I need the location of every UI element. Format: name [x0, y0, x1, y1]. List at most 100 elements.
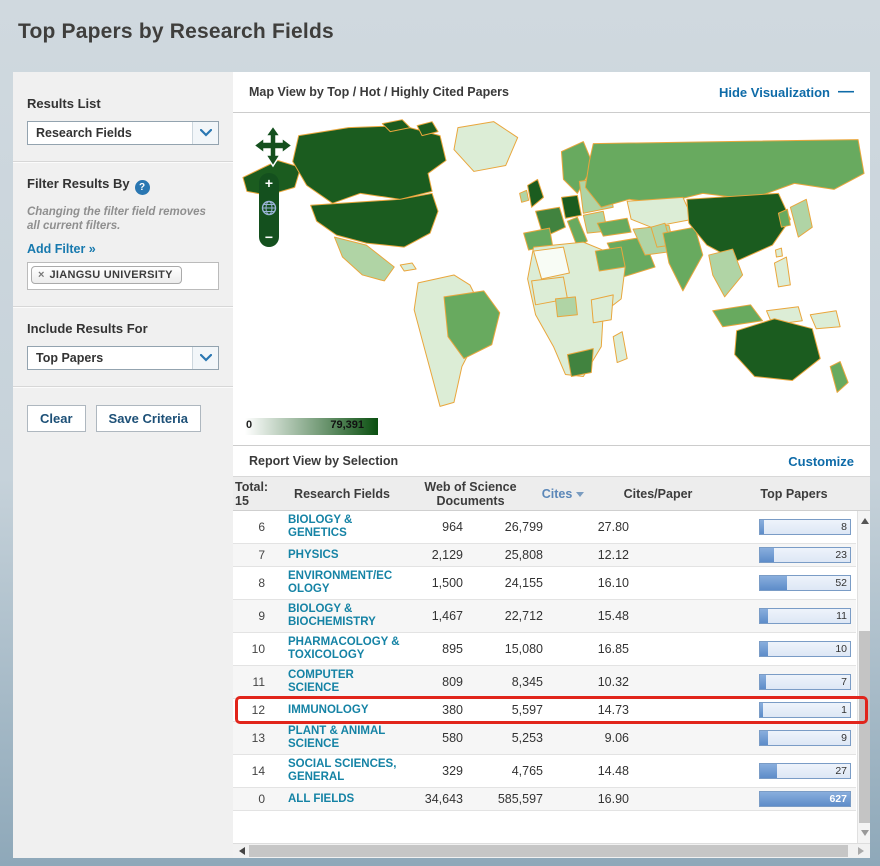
- scroll-right-button[interactable]: [854, 844, 868, 858]
- table-row[interactable]: 8 ENVIRONMENT/ECOLOGY 1,500 24,155 16.10…: [233, 567, 856, 600]
- research-field-link[interactable]: PHYSICS: [271, 549, 401, 562]
- cites-cell: 25,808: [463, 548, 543, 562]
- help-icon[interactable]: ?: [135, 180, 150, 195]
- research-field-link[interactable]: PHARMACOLOGY & TOXICOLOGY: [271, 636, 401, 662]
- vertical-scroll-thumb[interactable]: [859, 631, 870, 824]
- report-view-header: Report View by Selection Customize: [233, 445, 870, 477]
- total-value: 15: [235, 494, 271, 508]
- zoom-in-icon[interactable]: +: [265, 177, 273, 189]
- research-field-link[interactable]: COMPUTER SCIENCE: [271, 669, 401, 695]
- table-row[interactable]: 10 PHARMACOLOGY & TOXICOLOGY 895 15,080 …: [233, 633, 856, 666]
- country-canada: [293, 126, 446, 204]
- customize-link[interactable]: Customize: [788, 454, 854, 469]
- country-indonesia: [713, 305, 763, 327]
- table-row[interactable]: 0 ALL FIELDS 34,643 585,597 16.90 627: [233, 788, 856, 811]
- table-row[interactable]: 6 BIOLOGY & GENETICS 964 26,799 27.80 8: [233, 511, 856, 544]
- save-criteria-button[interactable]: Save Criteria: [96, 405, 202, 432]
- top-papers-bar-fill: [760, 576, 787, 590]
- world-map[interactable]: [233, 115, 870, 415]
- wos-documents-cell: 895: [413, 642, 463, 656]
- research-field-link[interactable]: SOCIAL SCIENCES, GENERAL: [271, 758, 401, 784]
- top-papers-bar[interactable]: 11: [759, 608, 851, 624]
- top-papers-bar[interactable]: 27: [759, 763, 851, 779]
- country-egypt: [595, 247, 625, 271]
- scroll-left-button[interactable]: [235, 844, 249, 858]
- hide-visualization-link[interactable]: Hide Visualization: [719, 85, 830, 100]
- top-papers-bar[interactable]: 9: [759, 730, 851, 746]
- research-field-link[interactable]: BIOLOGY & BIOCHEMISTRY: [271, 603, 401, 629]
- table-row[interactable]: 11 COMPUTER SCIENCE 809 8,345 10.32 7: [233, 666, 856, 699]
- wos-documents-cell: 329: [413, 764, 463, 778]
- cites-cell: 8,345: [463, 675, 543, 689]
- top-papers-bar[interactable]: 627: [759, 791, 851, 807]
- rank-cell: 14: [233, 764, 271, 778]
- scroll-up-button[interactable]: [858, 513, 871, 529]
- map-zoom-control[interactable]: + −: [259, 173, 279, 247]
- cites-cell: 585,597: [463, 792, 543, 806]
- include-results-dropdown[interactable]: Top Papers: [27, 346, 219, 370]
- top-papers-value: 7: [841, 676, 847, 688]
- column-header-research-fields[interactable]: Research Fields: [271, 487, 413, 501]
- research-field-link[interactable]: BIOLOGY & GENETICS: [271, 514, 401, 540]
- rank-cell: 11: [233, 675, 271, 689]
- rank-cell: 0: [233, 792, 271, 806]
- table-row[interactable]: 7 PHYSICS 2,129 25,808 12.12 23: [233, 544, 856, 567]
- wos-documents-cell: 2,129: [413, 548, 463, 562]
- top-papers-bar-fill: [760, 548, 774, 562]
- top-papers-value: 1: [841, 704, 847, 716]
- country-japan: [790, 199, 812, 237]
- arrow-down-icon: [861, 830, 869, 836]
- zoom-out-icon[interactable]: −: [265, 231, 273, 243]
- research-field-link[interactable]: ALL FIELDS: [271, 793, 401, 806]
- top-papers-bar[interactable]: 7: [759, 674, 851, 690]
- filter-section: Filter Results By? Changing the filter f…: [13, 162, 233, 307]
- collapse-icon[interactable]: —: [838, 83, 854, 101]
- top-papers-cell: 23: [629, 547, 856, 563]
- legend-min-value: 0: [246, 419, 252, 431]
- wos-documents-cell: 380: [413, 703, 463, 717]
- vertical-scrollbar[interactable]: [857, 511, 870, 843]
- top-papers-bar[interactable]: 52: [759, 575, 851, 591]
- remove-filter-icon[interactable]: ×: [38, 270, 44, 280]
- top-papers-bar-fill: [760, 520, 764, 534]
- column-header-cites-sorted[interactable]: Cites: [528, 487, 598, 501]
- report-view-title: Report View by Selection: [249, 454, 788, 468]
- country-kazakhstan: [627, 197, 693, 227]
- map-pan-control[interactable]: [253, 125, 293, 176]
- research-field-link[interactable]: ENVIRONMENT/ECOLOGY: [271, 570, 401, 596]
- top-papers-bar[interactable]: 23: [759, 547, 851, 563]
- filter-label-text: Filter Results By: [27, 176, 130, 191]
- column-header-top-papers[interactable]: Top Papers: [718, 487, 870, 501]
- filter-tag[interactable]: × JIANGSU UNIVERSITY: [31, 266, 182, 284]
- top-papers-value: 10: [835, 643, 847, 655]
- top-papers-value: 8: [841, 521, 847, 533]
- globe-icon[interactable]: [261, 200, 277, 221]
- top-papers-bar-fill: [760, 764, 777, 778]
- top-papers-bar[interactable]: 8: [759, 519, 851, 535]
- column-header-cites-per-paper[interactable]: Cites/Paper: [598, 487, 718, 501]
- table-row[interactable]: 13 PLANT & ANIMAL SCIENCE 580 5,253 9.06…: [233, 722, 856, 755]
- horizontal-scrollbar[interactable]: [233, 843, 870, 858]
- table-row[interactable]: 12 IMMUNOLOGY 380 5,597 14.73 1: [233, 699, 856, 722]
- research-field-link[interactable]: IMMUNOLOGY: [271, 704, 401, 717]
- top-papers-value: 27: [835, 765, 847, 777]
- cites-per-paper-cell: 27.80: [543, 520, 629, 534]
- top-papers-cell: 52: [629, 575, 856, 591]
- column-header-wos-documents[interactable]: Web of Science Documents: [413, 480, 528, 508]
- clear-button[interactable]: Clear: [27, 405, 86, 432]
- top-papers-bar[interactable]: 1: [759, 702, 851, 718]
- cites-cell: 5,253: [463, 731, 543, 745]
- add-filter-link[interactable]: Add Filter »: [27, 242, 96, 256]
- table-row[interactable]: 9 BIOLOGY & BIOCHEMISTRY 1,467 22,712 15…: [233, 600, 856, 633]
- rank-cell: 8: [233, 576, 271, 590]
- top-papers-value: 627: [829, 793, 847, 805]
- cites-per-paper-cell: 14.73: [543, 703, 629, 717]
- top-papers-bar[interactable]: 10: [759, 641, 851, 657]
- scroll-down-button[interactable]: [858, 825, 871, 841]
- research-field-link[interactable]: PLANT & ANIMAL SCIENCE: [271, 725, 401, 751]
- table-row[interactable]: 14 SOCIAL SCIENCES, GENERAL 329 4,765 14…: [233, 755, 856, 788]
- horizontal-scroll-thumb[interactable]: [249, 845, 848, 857]
- top-papers-bar-fill: [760, 609, 768, 623]
- top-papers-cell: 9: [629, 730, 856, 746]
- results-list-dropdown[interactable]: Research Fields: [27, 121, 219, 145]
